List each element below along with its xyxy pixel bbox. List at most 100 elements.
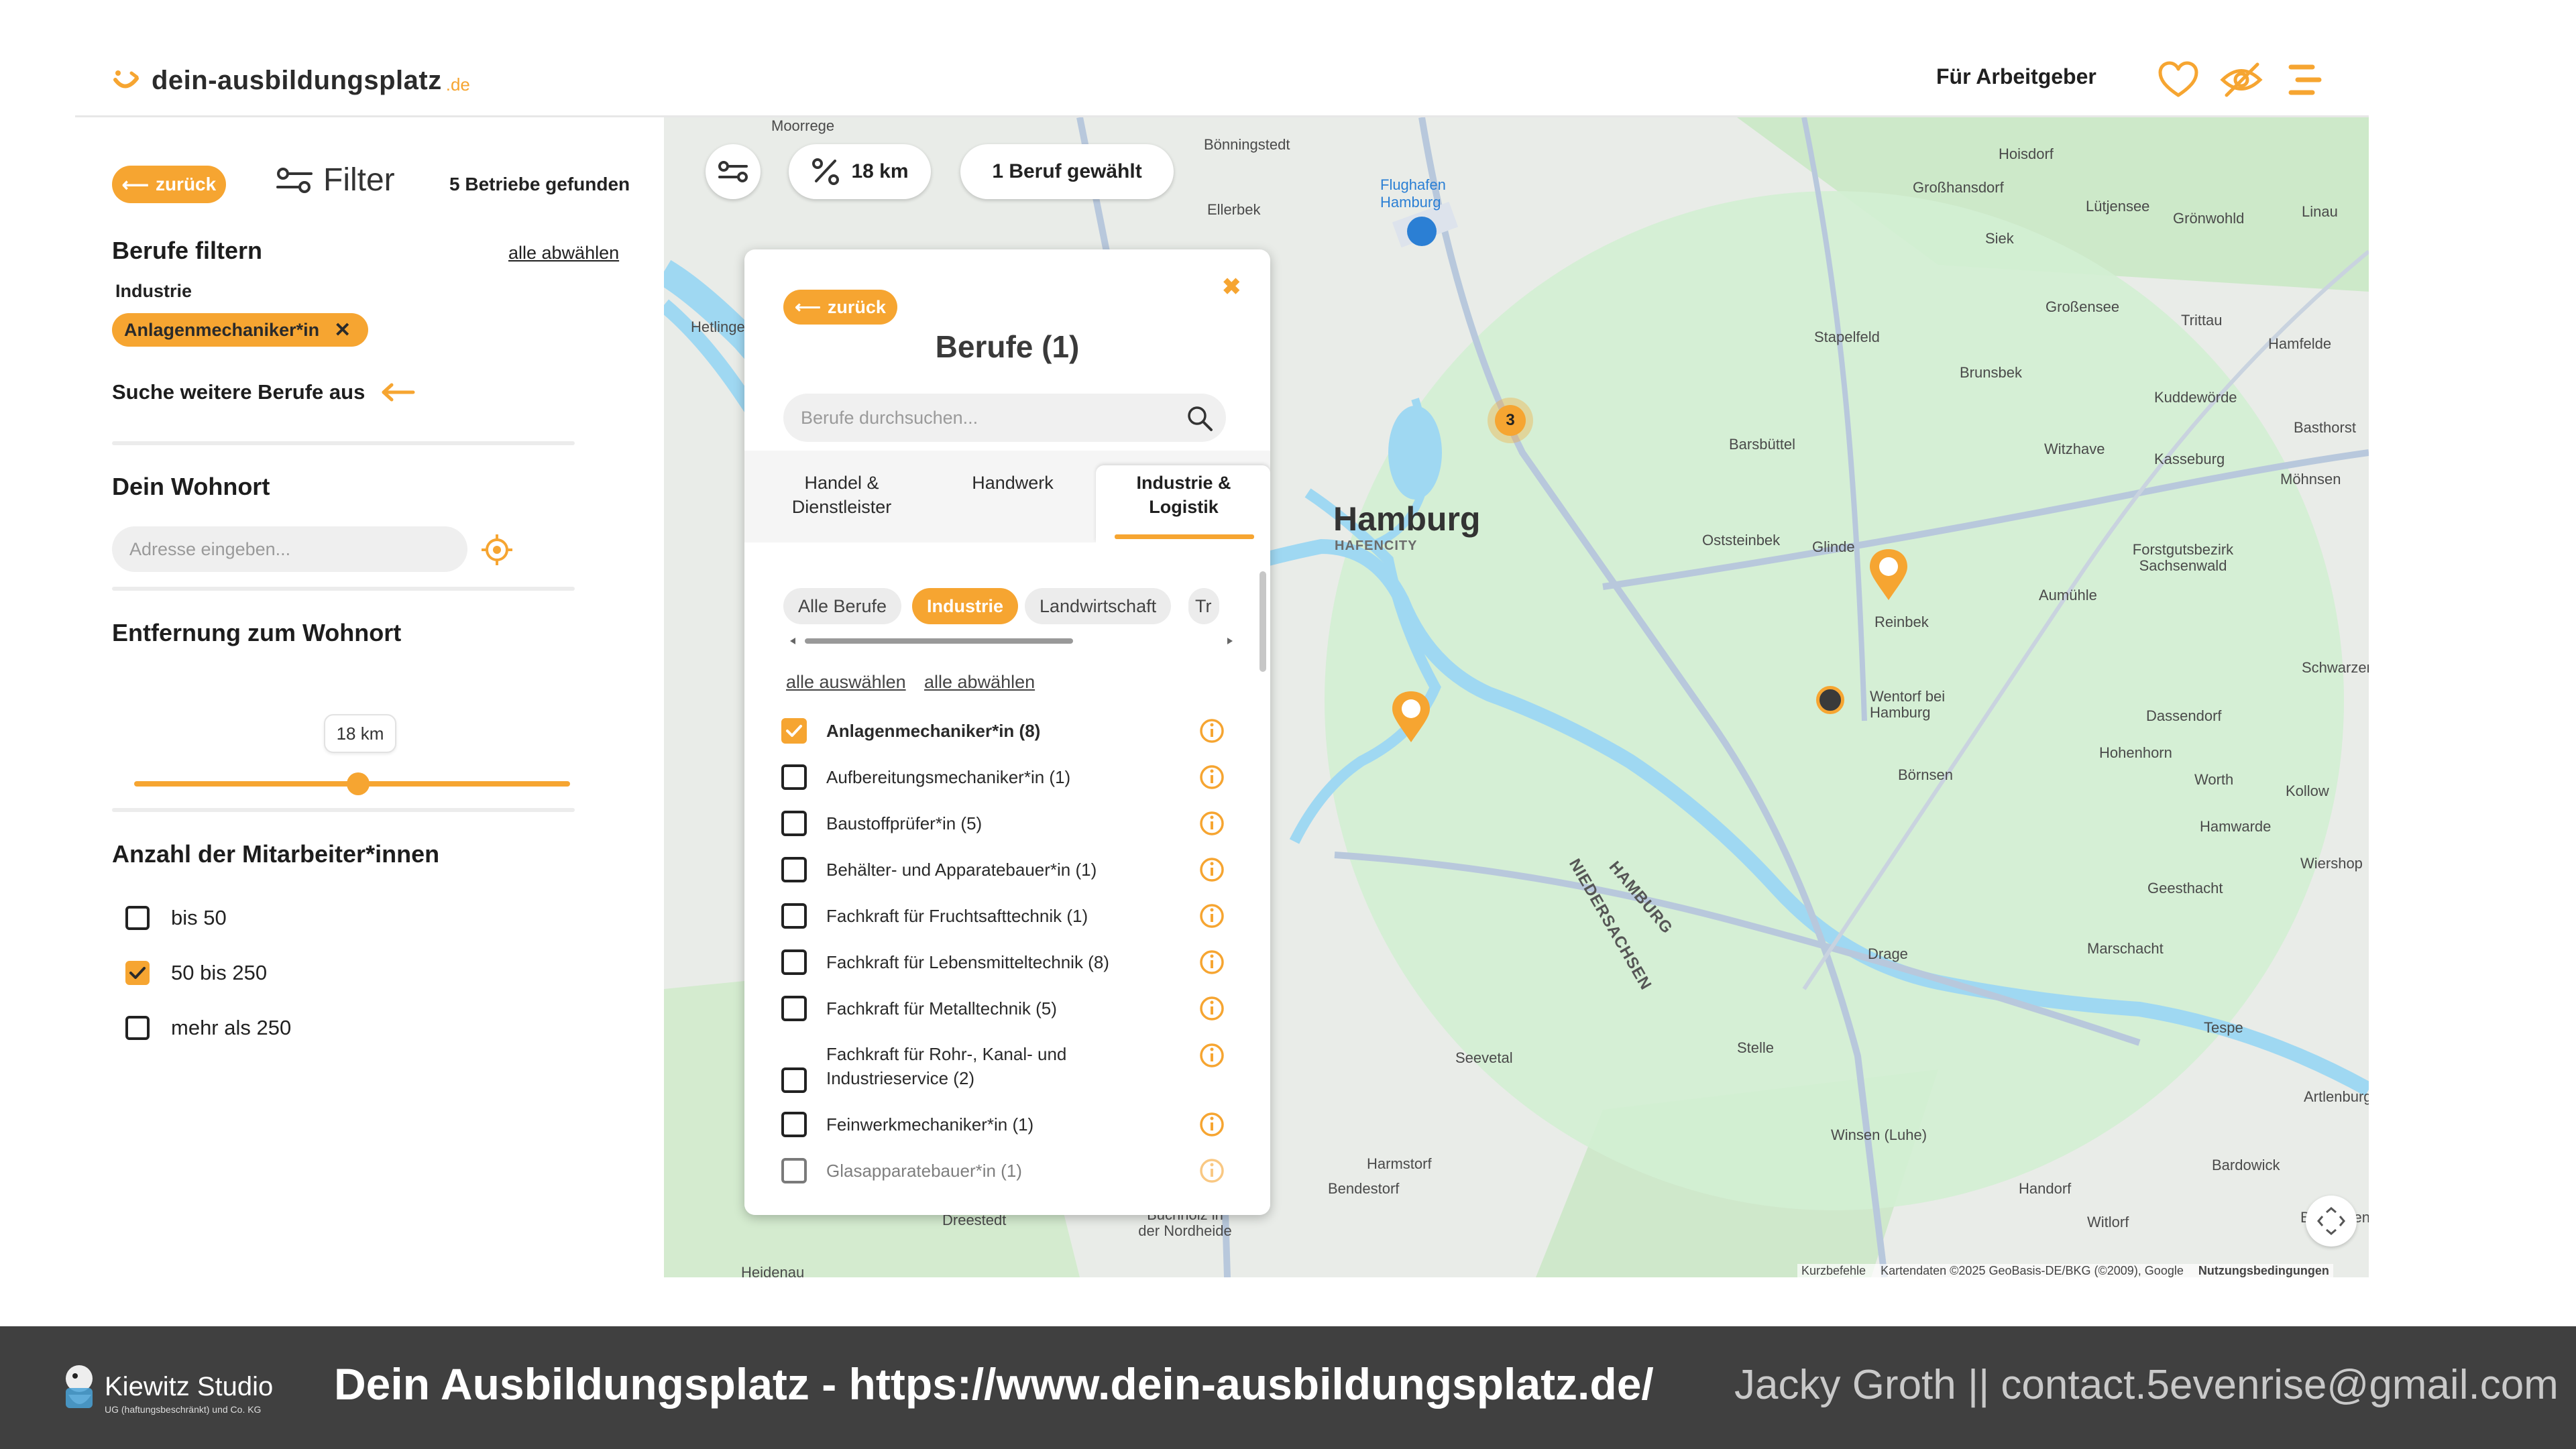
job-search-box[interactable] <box>783 394 1226 442</box>
checkbox[interactable] <box>781 1112 807 1137</box>
back-button[interactable]: ⟵ zurück <box>112 166 226 203</box>
map-town-label: Dassendorf <box>2146 707 2222 724</box>
info-icon[interactable] <box>1198 1111 1225 1138</box>
chip-industry[interactable]: Industrie <box>912 588 1019 624</box>
menu-icon[interactable] <box>2288 62 2322 98</box>
info-icon[interactable] <box>1198 856 1225 883</box>
map-town-label: Forstgutsbezirk Sachsenwald <box>2132 541 2234 574</box>
checkbox[interactable] <box>781 903 807 929</box>
map-town-label: Glinde <box>1812 538 1855 555</box>
home-location-marker <box>1816 686 1844 714</box>
selected-job-chip[interactable]: Anlagenmechaniker*in ✕ <box>112 313 369 347</box>
info-icon[interactable] <box>1198 1042 1225 1069</box>
map-town-label: Brunsbek <box>1960 364 2022 381</box>
map-town-label: Linau <box>2302 203 2338 220</box>
airport-label: Flughafen Hamburg <box>1380 176 1446 211</box>
deselect-all-link[interactable]: alle abwählen <box>924 672 1035 693</box>
job-list-item[interactable]: Fachkraft für Fruchtsafttechnik (1) <box>781 903 1237 929</box>
employer-link[interactable]: Für Arbeitgeber <box>1936 64 2096 89</box>
map-town-label: Marschacht <box>2087 940 2164 957</box>
map-town-label: Handorf <box>2019 1180 2072 1197</box>
chip-more[interactable]: Tr <box>1188 588 1219 624</box>
close-icon[interactable]: ✖ <box>1222 274 1241 300</box>
job-list-item[interactable]: Feinwerkmechaniker*in (1) <box>781 1112 1237 1137</box>
remove-icon[interactable]: ✕ <box>334 318 351 342</box>
checkbox[interactable] <box>125 906 150 930</box>
logo[interactable]: dein-ausbildungsplatz .de <box>109 60 470 101</box>
map-town-label: Basthorst <box>2294 419 2356 436</box>
tab-industry-logistics[interactable]: Industrie & Logistik <box>1120 471 1247 519</box>
job-list-item[interactable]: Fachkraft für Rohr-, Kanal- und Industri… <box>781 1042 1237 1093</box>
map-town-label: Bönningstedt <box>1204 136 1290 153</box>
location-pin-icon[interactable] <box>1390 689 1433 745</box>
chip-agriculture[interactable]: Landwirtschaft <box>1025 588 1172 624</box>
map-town-label: Drage <box>1868 945 1908 962</box>
cluster-marker[interactable]: 3 <box>1488 398 1533 443</box>
search-icon[interactable] <box>1186 404 1214 432</box>
job-list-item[interactable]: Aufbereitungsmechaniker*in (1) <box>781 764 1237 790</box>
distance-slider-thumb[interactable] <box>347 772 370 795</box>
checkbox[interactable] <box>781 764 807 790</box>
map-town-label: Kasseburg <box>2154 451 2225 467</box>
checkbox[interactable] <box>781 949 807 975</box>
chip-all-jobs[interactable]: Alle Berufe <box>783 588 902 624</box>
info-icon[interactable] <box>1198 810 1225 837</box>
deselect-all-link[interactable]: alle abwählen <box>508 243 619 264</box>
checkbox[interactable] <box>781 857 807 882</box>
info-icon[interactable] <box>1198 1157 1225 1184</box>
info-icon[interactable] <box>1198 764 1225 791</box>
job-list-item[interactable]: Fachkraft für Lebensmitteltechnik (8) <box>781 949 1237 975</box>
footer-contact: Jacky Groth || contact.5evenrise@gmail.c… <box>1734 1362 2559 1408</box>
locate-icon[interactable] <box>480 533 514 567</box>
tab-crafts[interactable]: Handwerk <box>946 471 1080 495</box>
employees-option-row[interactable]: bis 50 <box>125 906 227 930</box>
cluster-count: 3 <box>1495 405 1526 436</box>
employees-option-row[interactable]: 50 bis 250 <box>125 961 267 985</box>
more-jobs-link[interactable]: Suche weitere Berufe aus <box>112 380 416 404</box>
shortcuts-link[interactable]: Kurzbefehle <box>1801 1264 1866 1277</box>
map-town-label: Kuddewörde <box>2154 389 2237 406</box>
section-divider <box>112 808 575 812</box>
chip-scrollbar[interactable] <box>790 636 1233 646</box>
map-town-label: Börnsen <box>1898 766 1953 783</box>
map-town-label: Hoisdorf <box>1999 146 2054 162</box>
job-list-item[interactable]: Fachkraft für Metalltechnik (5) <box>781 996 1237 1021</box>
checkbox[interactable] <box>781 996 807 1021</box>
panel-back-button[interactable]: ⟵ zurück <box>783 290 897 325</box>
job-label: Fachkraft für Rohr-, Kanal- und Industri… <box>826 1044 1067 1088</box>
checkbox[interactable] <box>125 1016 150 1040</box>
job-list-item[interactable]: Baustoffprüfer*in (5) <box>781 811 1237 836</box>
map-town-label: Aumühle <box>2039 587 2097 603</box>
jobs-selected-button[interactable]: 1 Beruf gewählt <box>960 144 1174 199</box>
address-input[interactable] <box>112 526 467 572</box>
tab-trade-services[interactable]: Handel & Dienstleister <box>771 471 912 519</box>
info-icon[interactable] <box>1198 949 1225 976</box>
job-search-input[interactable] <box>801 394 1176 442</box>
location-pin-icon[interactable] <box>1867 546 1910 603</box>
panel-scrollbar[interactable] <box>1259 571 1266 672</box>
checkbox[interactable] <box>781 811 807 836</box>
terms-link[interactable]: Nutzungsbedingungen <box>2198 1264 2329 1277</box>
map-data-credit: Kartendaten ©2025 GeoBasis-DE/BKG (©2009… <box>1881 1264 2184 1277</box>
job-label: Feinwerkmechaniker*in (1) <box>826 1114 1034 1135</box>
distance-button[interactable]: 18 km <box>789 144 931 199</box>
map-town-label: Witzhave <box>2044 441 2105 457</box>
info-icon[interactable] <box>1198 903 1225 929</box>
fullscreen-button[interactable] <box>2306 1196 2357 1247</box>
map-town-label: Schwarzenbek <box>2302 659 2369 676</box>
job-list-item[interactable]: Behälter- und Apparatebauer*in (1) <box>781 857 1237 882</box>
select-all-link[interactable]: alle auswählen <box>786 672 906 693</box>
job-list-item[interactable]: Glasapparatebauer*in (1) <box>781 1158 1237 1183</box>
heart-icon[interactable] <box>2158 60 2199 99</box>
hidden-eye-icon[interactable] <box>2220 60 2263 99</box>
checkbox-checked[interactable] <box>781 718 807 744</box>
job-list-item[interactable]: Anlagenmechaniker*in (8) <box>781 718 1237 744</box>
employees-option-row[interactable]: mehr als 250 <box>125 1016 291 1040</box>
checkbox-checked[interactable] <box>125 961 150 985</box>
distance-value-tooltip: 18 km <box>324 714 396 753</box>
info-icon[interactable] <box>1198 717 1225 744</box>
info-icon[interactable] <box>1198 995 1225 1022</box>
map-filter-button[interactable] <box>706 144 761 199</box>
checkbox[interactable] <box>781 1067 807 1093</box>
checkbox[interactable] <box>781 1158 807 1183</box>
